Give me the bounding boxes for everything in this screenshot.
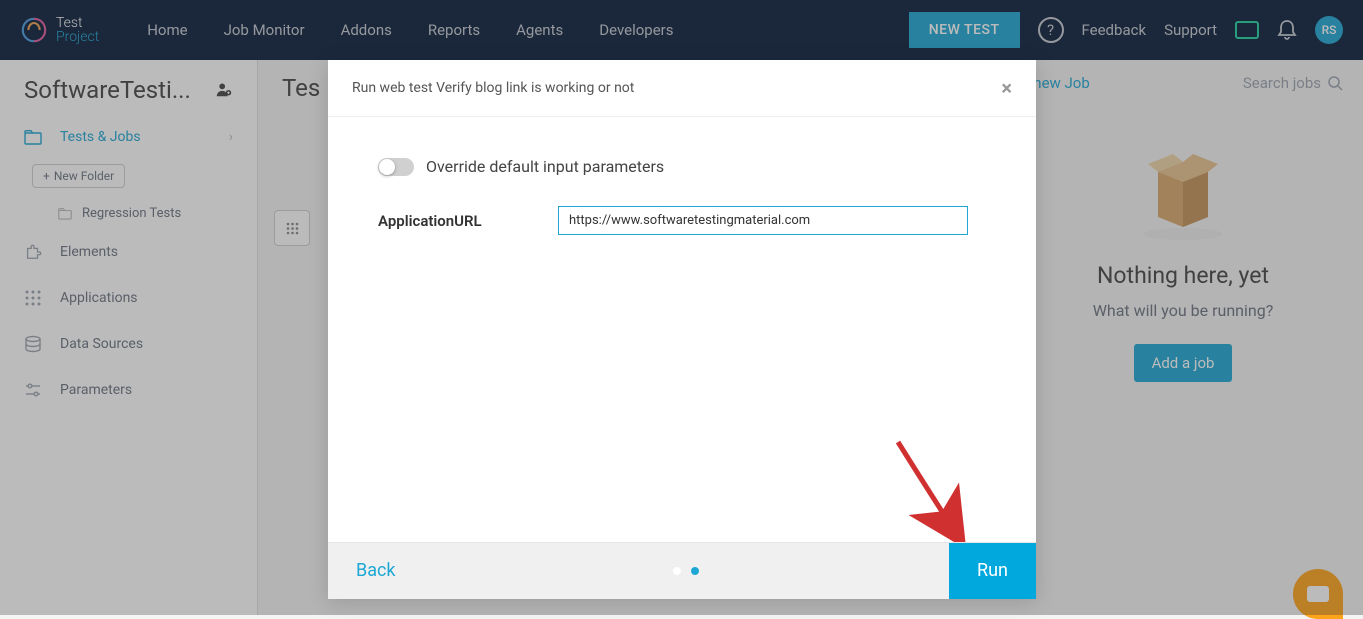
override-toggle[interactable]: [378, 158, 414, 176]
override-toggle-row: Override default input parameters: [378, 157, 986, 176]
step-indicator: [424, 543, 949, 599]
modal-header: Run web test Verify blog link is working…: [328, 60, 1036, 117]
modal-footer: Back Run: [328, 542, 1036, 598]
step-dot-2: [691, 567, 699, 575]
param-row: ApplicationURL: [378, 206, 986, 235]
application-url-input[interactable]: [558, 206, 968, 235]
modal-body: Override default input parameters Applic…: [328, 117, 1036, 542]
run-test-modal: Run web test Verify blog link is working…: [328, 60, 1036, 598]
override-toggle-label: Override default input parameters: [426, 157, 664, 176]
run-button[interactable]: Run: [949, 543, 1036, 599]
modal-title: Run web test Verify blog link is working…: [352, 80, 634, 96]
step-dot-1: [673, 567, 681, 575]
back-button[interactable]: Back: [328, 543, 424, 599]
close-icon[interactable]: ×: [1001, 76, 1012, 100]
param-label: ApplicationURL: [378, 212, 538, 230]
